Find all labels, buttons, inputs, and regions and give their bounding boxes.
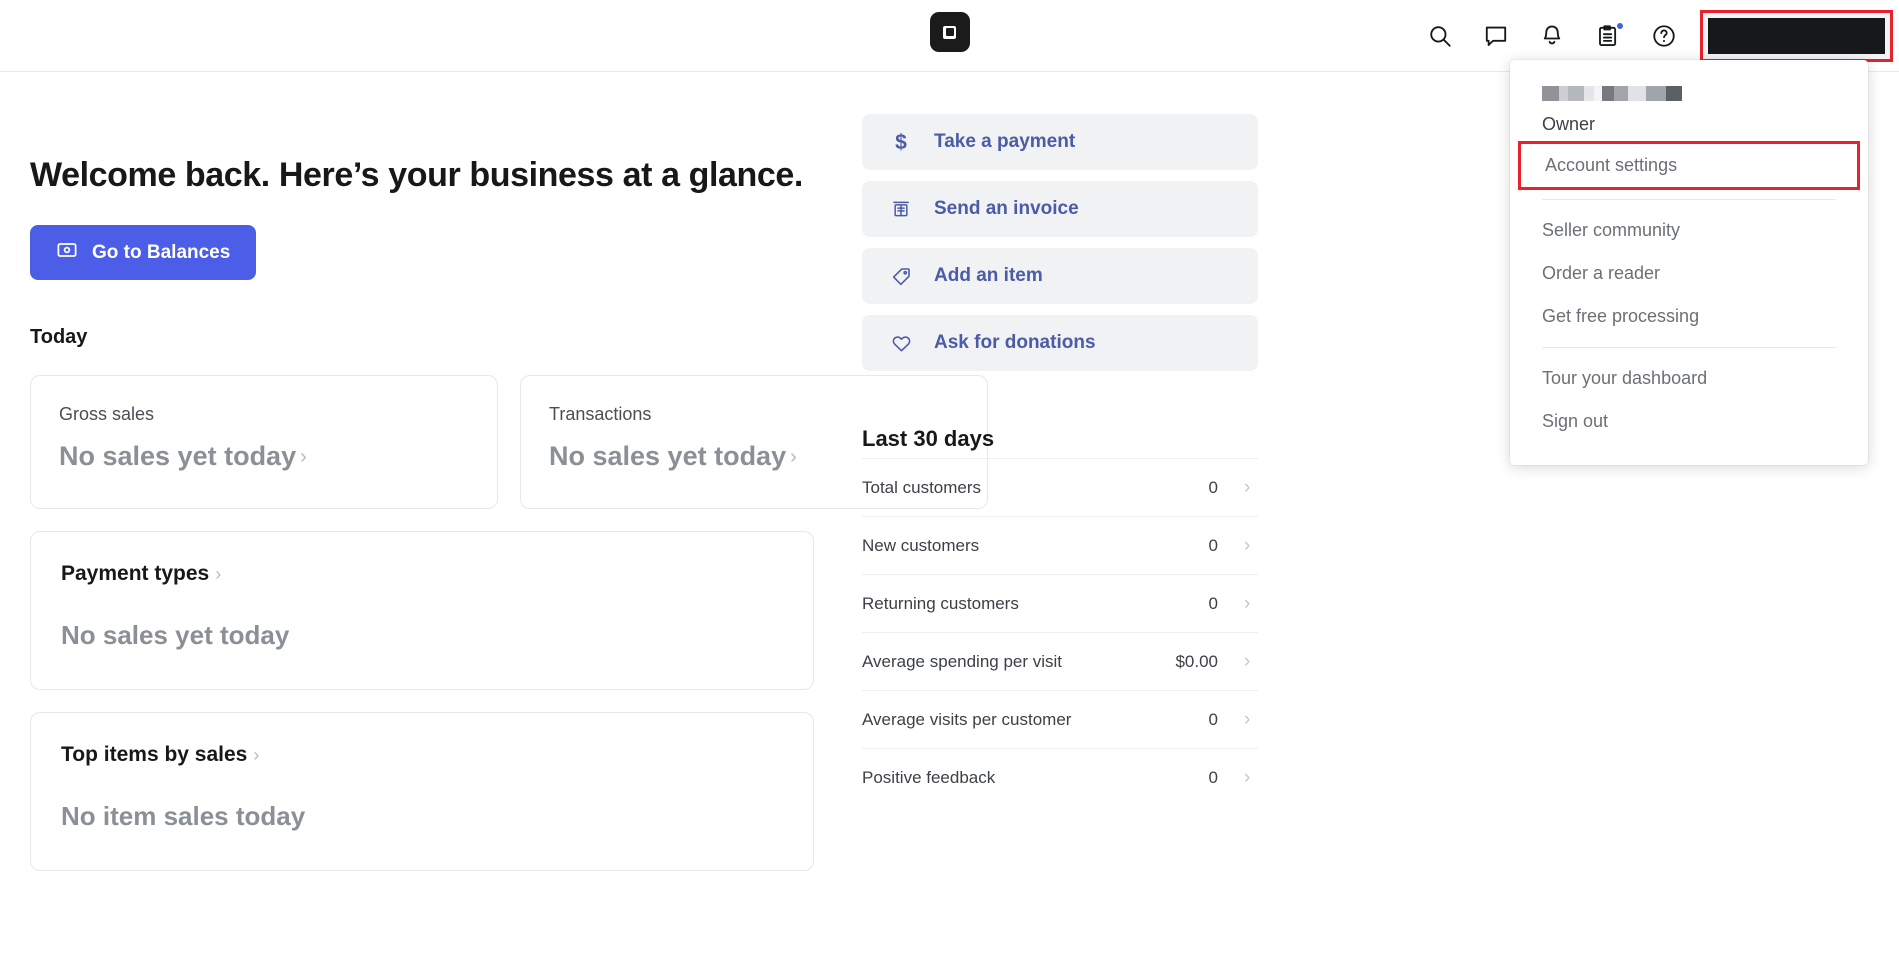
metric-label: Positive feedback: [862, 767, 996, 787]
tasks-clipboard-icon[interactable]: [1580, 8, 1636, 64]
menu-divider: [1542, 199, 1836, 200]
messages-icon[interactable]: [1468, 8, 1524, 64]
invoice-icon: [890, 198, 912, 220]
notifications-bell-icon[interactable]: [1524, 8, 1580, 64]
square-logo-mark: [929, 12, 970, 52]
chevron-right-icon: ›: [1244, 535, 1251, 556]
top-items-empty: No item sales today: [61, 801, 306, 831]
menu-item-seller-community[interactable]: Seller community: [1510, 209, 1868, 252]
metric-row-new-customers[interactable]: New customers 0 ›: [862, 516, 1258, 574]
metric-row-average-visits-per-customer[interactable]: Average visits per customer 0 ›: [862, 690, 1258, 748]
top-items-title-wrap: Top items by sales ›: [61, 743, 783, 767]
menu-item-sign-out[interactable]: Sign out: [1510, 400, 1868, 443]
transactions-value: No sales yet today: [549, 441, 787, 471]
send-an-invoice-label: Send an invoice: [934, 198, 1079, 219]
square-logo-inner: [943, 25, 956, 39]
dropdown-user-block: Owner: [1510, 86, 1868, 135]
metric-value: 0: [1208, 767, 1218, 787]
metric-value: 0: [1208, 709, 1218, 729]
metric-value: 0: [1208, 535, 1218, 555]
add-an-item-label: Add an item: [934, 265, 1043, 286]
middle-column: $ Take a payment Send an invoice Add an …: [862, 72, 1258, 806]
payment-types-card[interactable]: Payment types › No sales yet today: [30, 531, 814, 690]
metric-label: New customers: [862, 535, 980, 555]
metric-value: $0.00: [1175, 651, 1218, 671]
search-icon[interactable]: [1412, 8, 1468, 64]
chevron-right-icon: ›: [1244, 593, 1251, 614]
account-dropdown-menu: Owner Account settings Seller community …: [1510, 60, 1868, 465]
menu-item-tour-your-dashboard[interactable]: Tour your dashboard: [1510, 357, 1868, 400]
go-to-balances-label: Go to Balances: [92, 241, 231, 263]
gross-sales-value: No sales yet today: [59, 441, 297, 471]
payment-types-title: Payment types: [61, 562, 210, 585]
chevron-right-icon: ›: [215, 564, 222, 584]
metric-value: 0: [1208, 477, 1218, 497]
dollar-icon: $: [895, 130, 907, 154]
metric-row-returning-customers[interactable]: Returning customers 0 ›: [862, 574, 1258, 632]
metric-label: Average visits per customer: [862, 709, 1072, 729]
metric-row-positive-feedback[interactable]: Positive feedback 0 ›: [862, 748, 1258, 806]
chevron-right-icon: ›: [1244, 709, 1251, 730]
ask-for-donations-label: Ask for donations: [934, 332, 1096, 353]
heart-icon: [890, 332, 912, 354]
account-name-redacted: [1708, 18, 1885, 54]
chevron-right-icon: ›: [1244, 651, 1251, 672]
chevron-right-icon: ›: [300, 445, 307, 468]
metric-row-average-spending-per-visit[interactable]: Average spending per visit $0.00 ›: [862, 632, 1258, 690]
payment-types-title-wrap: Payment types ›: [61, 562, 783, 586]
menu-item-order-a-reader[interactable]: Order a reader: [1510, 252, 1868, 295]
gross-sales-value-wrap: No sales yet today ›: [59, 441, 469, 472]
chevron-right-icon: ›: [790, 445, 797, 468]
chevron-right-icon: ›: [1244, 477, 1251, 498]
help-icon[interactable]: [1636, 8, 1692, 64]
ask-for-donations-button[interactable]: Ask for donations: [862, 315, 1258, 371]
take-a-payment-label: Take a payment: [934, 131, 1076, 152]
user-role: Owner: [1542, 114, 1596, 134]
top-items-title: Top items by sales: [61, 743, 248, 766]
square-logo-core: [945, 28, 954, 36]
square-logo[interactable]: [929, 12, 970, 52]
top-items-card[interactable]: Top items by sales › No item sales today: [30, 712, 814, 871]
chevron-right-icon: ›: [1244, 767, 1251, 788]
last-30-days-heading: Last 30 days: [862, 426, 995, 451]
metric-label: Total customers: [862, 477, 982, 497]
gross-sales-card[interactable]: Gross sales No sales yet today ›: [30, 375, 498, 509]
metric-row-total-customers[interactable]: Total customers 0 ›: [862, 458, 1258, 516]
menu-divider: [1542, 347, 1836, 348]
today-cards-row: Gross sales No sales yet today › Transac…: [30, 375, 988, 509]
send-an-invoice-button[interactable]: Send an invoice: [862, 181, 1258, 237]
balance-card-icon: [56, 239, 78, 267]
metric-label: Returning customers: [862, 593, 1019, 613]
take-a-payment-button[interactable]: $ Take a payment: [862, 114, 1258, 170]
user-name-redacted: [1542, 86, 1692, 101]
tag-icon: [890, 265, 912, 287]
menu-item-get-free-processing[interactable]: Get free processing: [1510, 295, 1868, 338]
chevron-right-icon: ›: [253, 745, 260, 765]
add-an-item-button[interactable]: Add an item: [862, 248, 1258, 304]
payment-types-empty: No sales yet today: [61, 620, 290, 650]
account-menu-button[interactable]: [1700, 10, 1893, 62]
metric-value: 0: [1208, 593, 1218, 613]
gross-sales-label: Gross sales: [59, 404, 155, 424]
tasks-badge-dot: [1615, 21, 1625, 31]
go-to-balances-button[interactable]: Go to Balances: [30, 225, 257, 280]
metric-label: Average spending per visit: [862, 651, 1063, 671]
menu-item-account-settings[interactable]: Account settings: [1518, 141, 1860, 190]
